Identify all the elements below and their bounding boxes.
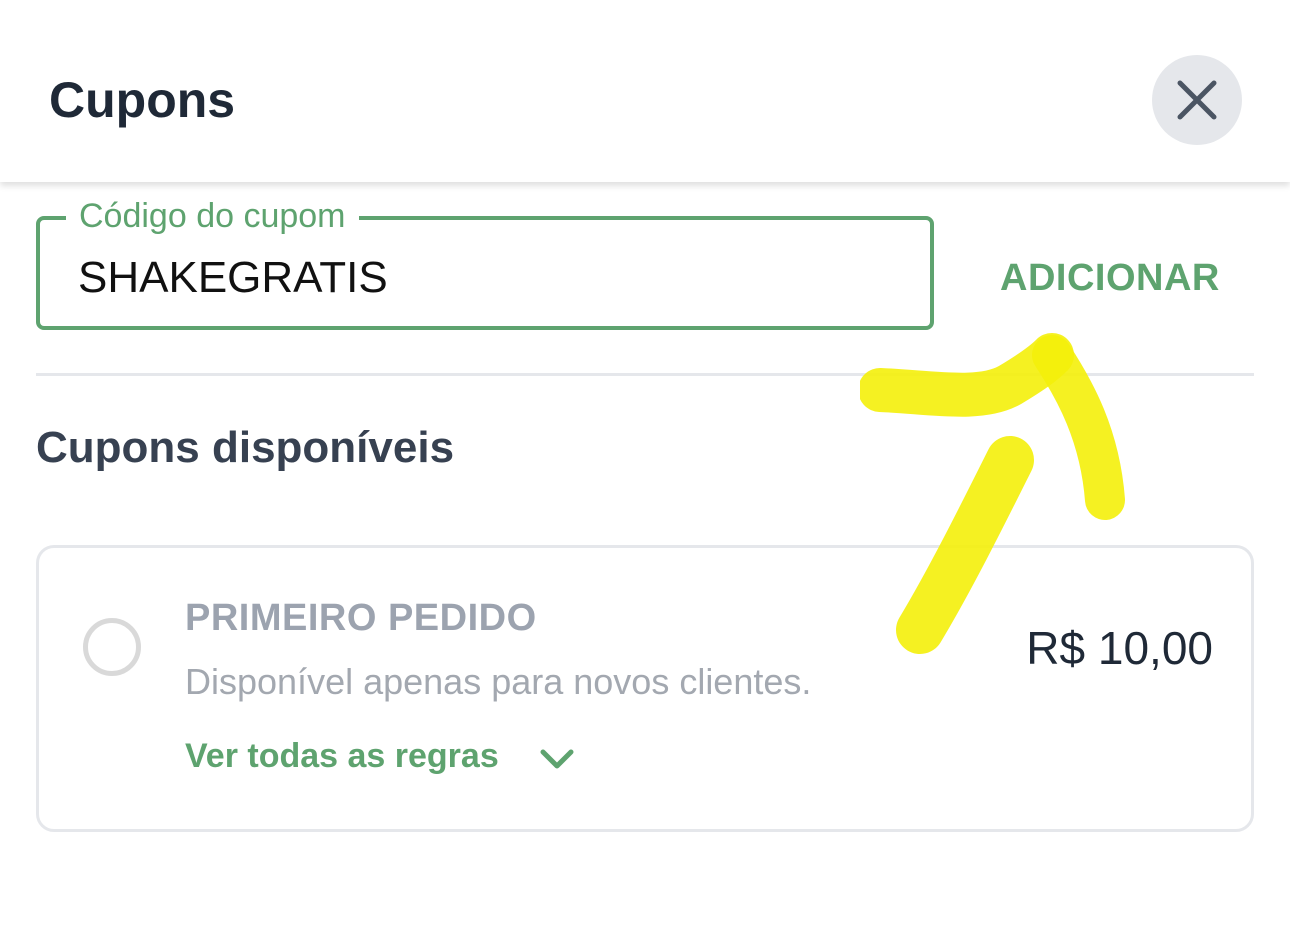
coupon-code-label: Código do cupom: [66, 194, 359, 238]
chevron-down-icon: [540, 749, 574, 769]
close-icon: [1177, 80, 1217, 120]
view-rules-label: Ver todas as regras: [185, 737, 499, 775]
coupon-card[interactable]: PRIMEIRO PEDIDO Disponível apenas para n…: [36, 545, 1254, 832]
add-coupon-button[interactable]: ADICIONAR: [1000, 254, 1220, 302]
coupon-radio[interactable]: [83, 618, 141, 676]
coupon-code-field[interactable]: Código do cupom: [36, 194, 934, 330]
header: Cupons: [0, 0, 1290, 182]
coupon-name: PRIMEIRO PEDIDO: [185, 597, 537, 639]
coupon-code-input[interactable]: [78, 250, 898, 306]
page-title: Cupons: [49, 72, 236, 128]
close-button[interactable]: [1152, 55, 1242, 145]
available-coupons-title: Cupons disponíveis: [36, 423, 455, 472]
view-rules-link[interactable]: Ver todas as regras: [185, 734, 575, 778]
coupon-description: Disponível apenas para novos clientes.: [185, 661, 812, 702]
coupon-value: R$ 10,00: [1026, 622, 1213, 674]
coupons-screen: Cupons Código do cupom ADICIONAR Cupons …: [0, 0, 1290, 944]
divider: [36, 373, 1254, 376]
